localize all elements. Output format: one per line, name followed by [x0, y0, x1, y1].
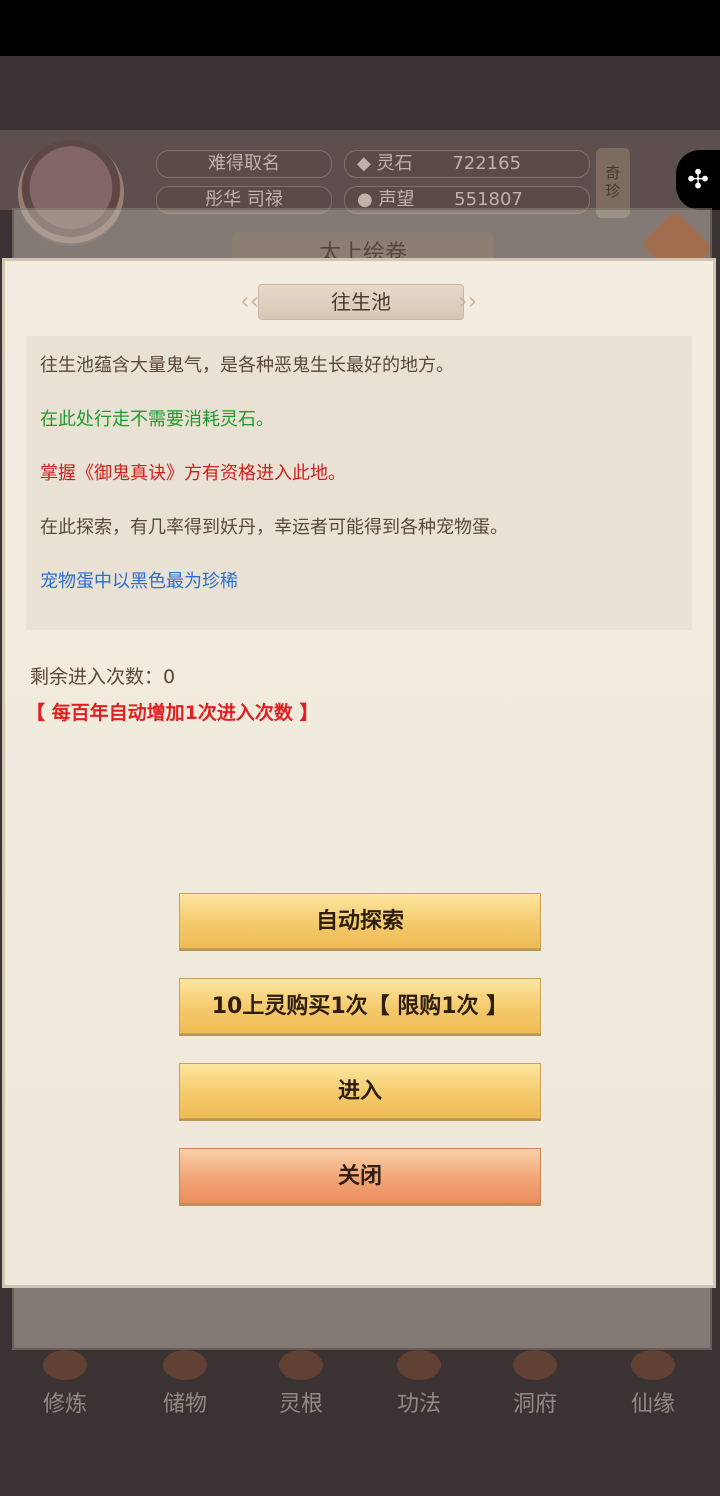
- nav-linggen: 灵根: [256, 1350, 346, 1418]
- title-right-arrow-icon: ››: [458, 287, 478, 315]
- shengwang-icon: ●: [357, 189, 379, 210]
- info-line-rarity: 宠物蛋中以黑色最为珍稀: [40, 571, 238, 592]
- dongfu-icon: [513, 1350, 557, 1380]
- shengwang-value: 551807: [454, 189, 523, 210]
- chuwu-icon: [163, 1350, 207, 1380]
- nav-dongfu: 洞府: [490, 1350, 580, 1418]
- info-line-requirement: 掌握《御鬼真诀》方有资格进入此地。: [40, 463, 346, 484]
- player-title: 难得取名: [156, 150, 332, 178]
- close-button[interactable]: 关闭: [179, 1148, 541, 1204]
- info-line-rewards: 在此探索，有几率得到妖丹，幸运者可能得到各种宠物蛋。: [40, 517, 508, 538]
- lingshi-stat: ◆ 灵石 722165: [344, 150, 590, 178]
- buy-entry-button[interactable]: 10上灵购买1次【 限购1次 】: [179, 978, 541, 1034]
- linggen-icon: [279, 1350, 323, 1380]
- nav-xiulian: 修炼: [20, 1350, 110, 1418]
- lingshi-value: 722165: [452, 153, 522, 174]
- info-line-free-walk: 在此处行走不需要消耗灵石。: [40, 409, 274, 430]
- enter-button[interactable]: 进入: [179, 1063, 541, 1119]
- dialog-title: 往生池: [258, 284, 464, 320]
- lingshi-label: 灵石: [376, 153, 413, 174]
- side-badge-label: 奇珍: [605, 164, 621, 200]
- nav-chuwu: 储物: [140, 1350, 230, 1418]
- entry-regen-hint: 【 每百年自动增加1次进入次数 】: [26, 702, 319, 724]
- auto-explore-button[interactable]: 自动探索: [179, 893, 541, 949]
- xiulian-icon: [43, 1350, 87, 1380]
- remaining-entries: 剩余进入次数：0: [30, 666, 176, 688]
- status-bar: [0, 0, 720, 56]
- title-left-arrow-icon: ‹‹: [240, 287, 260, 315]
- xianyuan-icon: [631, 1350, 675, 1380]
- gongfa-icon: [397, 1350, 441, 1380]
- shengwang-label: 声望: [378, 189, 415, 210]
- nav-xianyuan: 仙缘: [608, 1350, 698, 1418]
- puzzle-icon[interactable]: ✣: [676, 150, 720, 210]
- nav-gongfa: 功法: [374, 1350, 464, 1418]
- info-line-description: 往生池蕴含大量鬼气，是各种恶鬼生长最好的地方。: [40, 355, 454, 376]
- lingshi-icon: ◆: [357, 153, 377, 174]
